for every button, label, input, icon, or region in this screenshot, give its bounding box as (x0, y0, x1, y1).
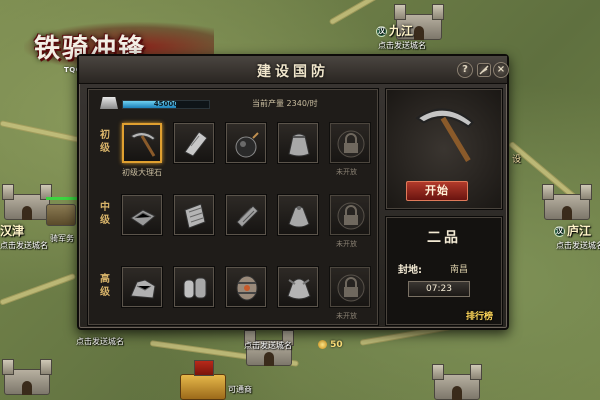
item-scroll[interactable] (174, 195, 214, 235)
production-progress-text: 45000 (153, 100, 179, 108)
tier-label-intermediate: 中级 (100, 202, 110, 226)
item-chest[interactable] (122, 195, 162, 235)
help-button[interactable]: ? (457, 62, 473, 78)
city-name-hanjin[interactable]: 汉津 (0, 222, 24, 239)
scroll-icon (184, 203, 206, 229)
lock-icon (337, 202, 365, 230)
road (0, 272, 77, 306)
item-scroll-bundle[interactable] (174, 267, 214, 307)
log-bundle-icon (236, 205, 259, 228)
item-iron-plate[interactable] (174, 123, 214, 163)
army-label[interactable]: 骑军务 (50, 233, 74, 244)
city-name-jiujiang[interactable]: 汉九江 (376, 22, 413, 39)
item-caption: 初级大理石 (122, 168, 162, 177)
fief-label: 封地: (398, 265, 422, 276)
send-city-name-link[interactable]: 点击发送城名 (0, 240, 48, 251)
city-lujiang[interactable] (540, 180, 594, 224)
lock-icon (337, 130, 365, 158)
item-marble[interactable] (122, 123, 162, 163)
item-ore-pile[interactable] (122, 267, 162, 307)
iron-plate-icon (184, 131, 208, 157)
fief-value: 南昌 (450, 265, 469, 275)
side-label: 设 (512, 155, 522, 165)
barrel-icon (236, 275, 258, 301)
feather-icon (479, 65, 489, 75)
item-bomb[interactable] (226, 123, 266, 163)
item-locked (330, 267, 370, 307)
han-flag-icon: 汉 (554, 226, 565, 237)
timer-display: 07:23 (408, 281, 470, 297)
trade-palace[interactable] (176, 360, 232, 400)
army-camp[interactable] (44, 196, 78, 230)
leaderboard-link[interactable]: 排行榜 (466, 309, 493, 322)
item-locked (330, 195, 370, 235)
scroll-bundle-icon (183, 277, 207, 299)
close-button[interactable]: × (493, 62, 509, 78)
dialog-header[interactable]: 建设国防 ? × (79, 56, 509, 84)
item-log-bundle[interactable] (226, 195, 266, 235)
current-production: 当前产量 2340/时 (252, 99, 318, 108)
ore-pile-icon (130, 279, 156, 299)
city-bottom-right[interactable] (430, 360, 484, 400)
item-pouch[interactable] (278, 195, 318, 235)
gold-indicator[interactable]: 50 (318, 340, 343, 350)
city-name-lujiang[interactable]: 汉庐江 (554, 222, 591, 239)
item-treasure-bag[interactable] (278, 267, 318, 307)
send-city-name-link[interactable]: 点击发送城名 (76, 336, 124, 347)
pickaxe-icon (130, 132, 156, 157)
pouch-icon (288, 206, 310, 228)
item-sack[interactable] (278, 123, 318, 163)
gold-icon (318, 340, 327, 349)
start-button[interactable]: 开始 (406, 181, 468, 201)
production-bar: 45000 当前产量 2340/时 (100, 97, 376, 111)
rank-title: 二品 (427, 230, 461, 246)
tier-label-advanced: 高级 (100, 274, 110, 298)
silver-ingot-icon (100, 97, 118, 109)
trade-label[interactable]: 可通商 (228, 384, 252, 395)
settings-button[interactable] (477, 63, 491, 77)
selected-item-preview: 开始 (385, 88, 503, 210)
tier-label-basic: 初级 (100, 130, 110, 154)
production-progress: 45000 (122, 100, 210, 109)
locked-caption: 未开放 (336, 312, 357, 320)
pickaxe-icon (415, 108, 475, 162)
item-locked (330, 123, 370, 163)
lock-icon (337, 274, 365, 302)
road (0, 120, 89, 145)
sack-icon (288, 133, 310, 157)
locked-caption: 未开放 (336, 168, 357, 176)
build-defense-dialog: 建设国防 ? × 45000 当前产量 2340/时 初级 初级大理石 未开放 … (77, 54, 509, 330)
chest-icon (130, 209, 156, 227)
send-city-name-link[interactable]: 点击发送城名 (556, 240, 600, 251)
city-bottom-left[interactable] (0, 355, 54, 399)
treasure-bag-icon (287, 278, 311, 300)
item-barrel[interactable] (226, 267, 266, 307)
dialog-title: 建设国防 (257, 64, 329, 80)
send-city-name-link[interactable]: 点击发送城名 (378, 40, 426, 51)
bomb-icon (235, 132, 259, 158)
resource-grid-panel: 45000 当前产量 2340/时 初级 初级大理石 未开放 中级 未开放 高级… (87, 88, 379, 326)
locked-caption: 未开放 (336, 240, 357, 248)
han-flag-icon: 汉 (376, 26, 387, 37)
detail-panel: 开始 二品 封地: 南昌 07:23 排行榜 (385, 88, 503, 326)
player-info-box: 二品 封地: 南昌 07:23 排行榜 (385, 216, 503, 326)
send-city-name-link[interactable]: 点击发送城名 (244, 340, 292, 351)
